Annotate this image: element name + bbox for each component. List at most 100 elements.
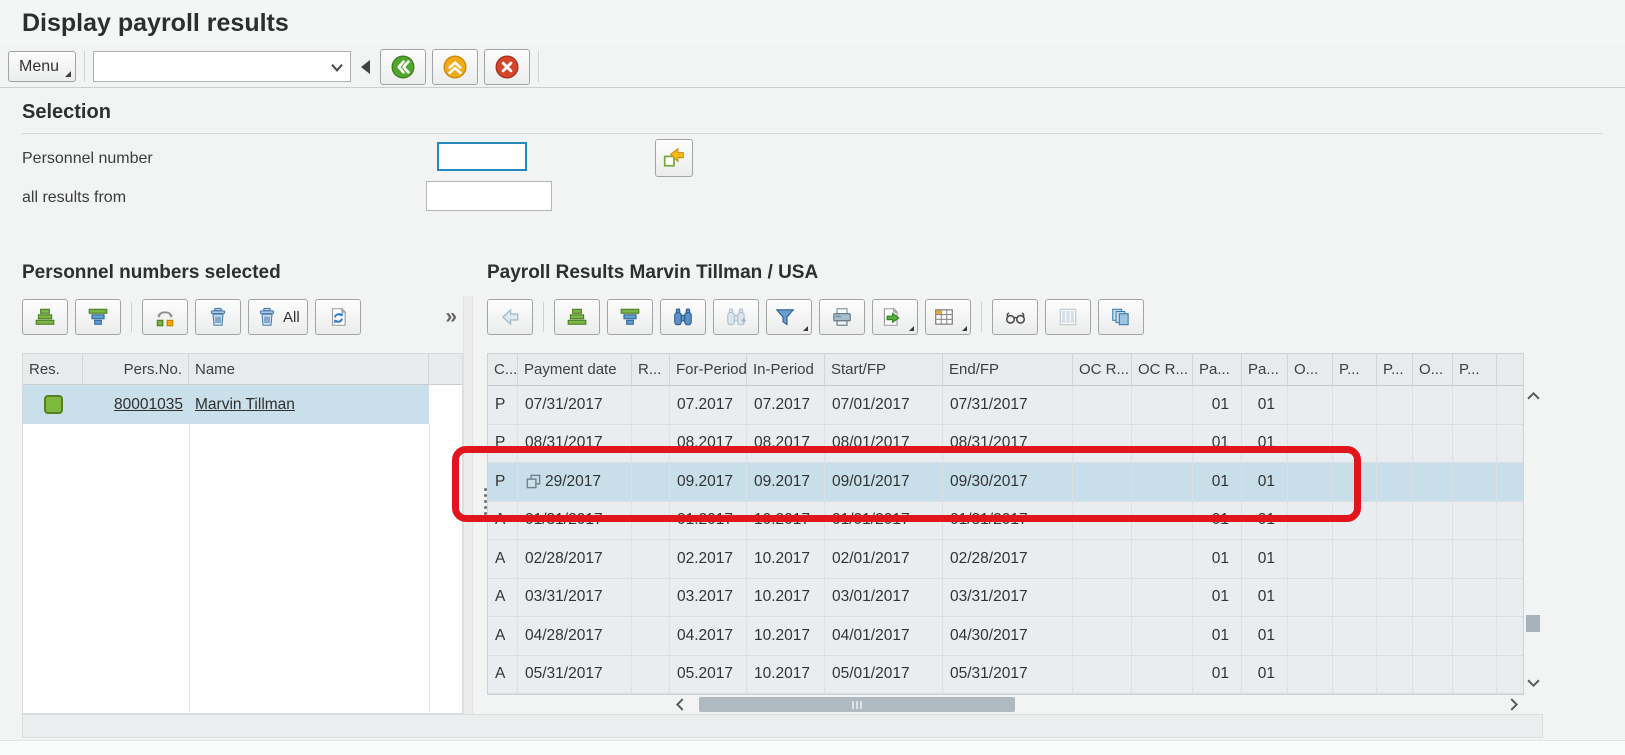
column-header-pers-no[interactable]: Pers.No. — [83, 354, 189, 384]
multiple-selection-button[interactable] — [655, 139, 693, 177]
payroll-row[interactable]: A02/28/201702.201710.201702/01/201702/28… — [488, 540, 1523, 579]
collapse-left-icon[interactable] — [361, 60, 370, 74]
cell-12 — [1333, 656, 1377, 695]
back-button[interactable] — [380, 49, 426, 85]
payroll-table-body: P07/31/201707.201707.201707/01/201707/31… — [488, 386, 1523, 694]
column-header-4[interactable]: In-Period — [747, 354, 825, 385]
swap-selection-button[interactable] — [142, 299, 188, 335]
cell-1: 07/31/2017 — [518, 386, 632, 425]
scroll-down-icon[interactable] — [1527, 676, 1540, 690]
toolbar-separator — [84, 51, 85, 82]
exit-button[interactable] — [432, 49, 478, 85]
scroll-up-icon[interactable] — [1527, 388, 1540, 402]
column-header-12[interactable]: P... — [1333, 354, 1377, 385]
horizontal-scroll-thumb[interactable] — [699, 697, 1015, 712]
chevron-down-icon[interactable] — [330, 57, 350, 77]
sort-descending-button[interactable] — [75, 299, 121, 335]
payroll-row[interactable]: A04/28/201704.201710.201704/01/201704/30… — [488, 617, 1523, 656]
all-results-from-input[interactable] — [426, 181, 552, 211]
column-header-6[interactable]: End/FP — [943, 354, 1073, 385]
command-field[interactable] — [93, 51, 351, 82]
export-button[interactable] — [872, 299, 918, 335]
personnel-row[interactable]: 80001035 Marvin Tillman — [23, 385, 462, 424]
cell-13 — [1377, 540, 1413, 579]
cancel-button[interactable] — [484, 49, 530, 85]
views-button[interactable] — [1098, 299, 1144, 335]
cell-8 — [1132, 463, 1193, 502]
drag-handle[interactable] — [484, 488, 487, 515]
command-input[interactable] — [94, 52, 330, 81]
column-header-3[interactable]: For-Period — [670, 354, 747, 385]
vertical-scroll-thumb[interactable] — [1526, 615, 1540, 632]
name-link[interactable]: Marvin Tillman — [195, 396, 295, 414]
toolbar-overflow-button[interactable]: » — [439, 305, 463, 329]
personnel-number-input[interactable] — [437, 142, 527, 171]
find-next-button[interactable] — [713, 299, 759, 335]
filler-cell — [1497, 540, 1523, 579]
menu-button[interactable]: Menu — [8, 51, 76, 82]
cell-11 — [1288, 425, 1333, 464]
column-header-2[interactable]: R... — [632, 354, 670, 385]
cell-12 — [1333, 386, 1377, 425]
sort-desc-icon — [87, 306, 109, 328]
column-header-name[interactable]: Name — [189, 354, 429, 384]
personnel-number-label: Personnel number — [22, 150, 153, 168]
column-header-7[interactable]: OC R... — [1073, 354, 1132, 385]
column-header-15[interactable]: P... — [1453, 354, 1497, 385]
scroll-right-icon[interactable] — [1506, 698, 1522, 711]
pers-no-link[interactable]: 80001035 — [114, 396, 183, 414]
sort-ascending-button[interactable] — [554, 299, 600, 335]
cell-15 — [1453, 386, 1497, 425]
column-header-13[interactable]: P... — [1377, 354, 1413, 385]
all-results-from-label: all results from — [22, 189, 126, 207]
column-header-8[interactable]: OC R... — [1132, 354, 1193, 385]
column-header-5[interactable]: Start/FP — [825, 354, 943, 385]
cell-14 — [1413, 617, 1453, 656]
column-header-14[interactable]: O... — [1413, 354, 1453, 385]
cell-4: 10.2017 — [747, 579, 825, 618]
cell-9: 01 — [1193, 579, 1242, 618]
filter-button[interactable] — [766, 299, 812, 335]
menu-dropdown-corner-icon — [65, 71, 71, 77]
back-button[interactable] — [487, 299, 533, 335]
column-header-res[interactable]: Res. — [23, 354, 83, 384]
delete-all-button[interactable]: All — [248, 299, 308, 335]
payroll-row[interactable]: A05/31/201705.201710.201705/01/201705/31… — [488, 656, 1523, 695]
display-details-button[interactable] — [992, 299, 1038, 335]
column-header-11[interactable]: O... — [1288, 354, 1333, 385]
sort-descending-button[interactable] — [607, 299, 653, 335]
cell-2 — [632, 463, 670, 502]
print-button[interactable] — [819, 299, 865, 335]
delete-all-label: All — [283, 309, 300, 326]
panel-splitter[interactable] — [463, 296, 473, 714]
sort-ascending-button[interactable] — [22, 299, 68, 335]
refresh-button[interactable] — [315, 299, 361, 335]
column-settings-button[interactable] — [1045, 299, 1091, 335]
page-bottom-strip — [0, 740, 1625, 755]
status-green-icon[interactable] — [44, 395, 63, 414]
payroll-row[interactable]: P08/31/201708.201708.201708/01/201708/31… — [488, 425, 1523, 464]
payroll-row-highlighted[interactable]: P29/201709.201709.201709/01/201709/30/20… — [488, 463, 1523, 502]
cell-0: P — [488, 463, 518, 502]
column-header-1[interactable]: Payment date — [518, 354, 632, 385]
cell-7 — [1073, 579, 1132, 618]
menu-button-label: Menu — [19, 58, 59, 75]
find-button[interactable] — [660, 299, 706, 335]
filler-cell — [1497, 386, 1523, 425]
column-header-10[interactable]: Pa... — [1242, 354, 1288, 385]
delete-button[interactable] — [195, 299, 241, 335]
cell-0: P — [488, 386, 518, 425]
toolbar-separator — [131, 302, 132, 332]
choose-layout-button[interactable] — [925, 299, 971, 335]
payroll-row[interactable]: P07/31/201707.201707.201707/01/201707/31… — [488, 386, 1523, 425]
cell-4: 10.2017 — [747, 656, 825, 695]
column-header-0[interactable]: C... — [488, 354, 518, 385]
column-header-9[interactable]: Pa... — [1193, 354, 1242, 385]
column-header-filler — [1497, 354, 1523, 385]
cell-3: 02.2017 — [670, 540, 747, 579]
payroll-row[interactable]: A03/31/201703.201710.201703/01/201703/31… — [488, 579, 1523, 618]
filter-icon — [774, 306, 796, 328]
scroll-left-icon[interactable] — [671, 698, 687, 711]
payroll-row[interactable]: A01/31/201701.201710.201701/01/201701/31… — [488, 502, 1523, 541]
cell-12 — [1333, 579, 1377, 618]
